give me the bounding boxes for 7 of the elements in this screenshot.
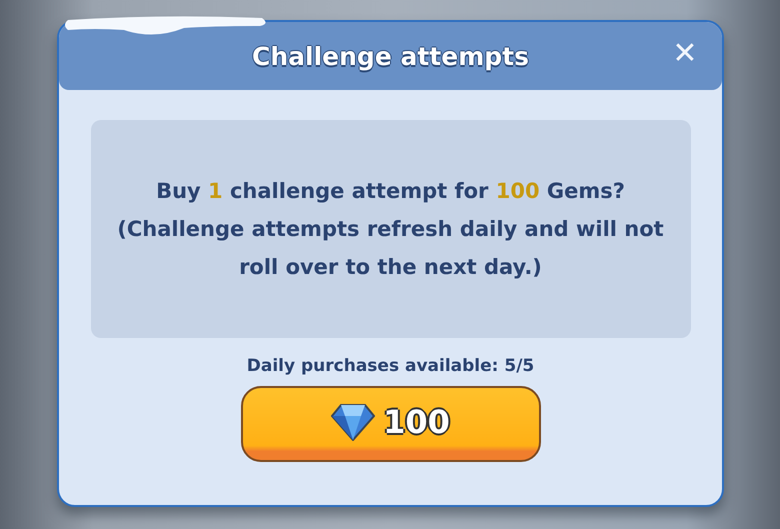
close-button[interactable]: ✕ — [668, 36, 702, 72]
daily-purchases-label: Daily purchases available: 5/5 — [246, 356, 534, 376]
dialog-title: Challenge attempts — [252, 42, 529, 70]
refresh-note: (Challenge attempts refresh daily and will not roll over to the next day.) — [116, 216, 665, 281]
buy-button[interactable]: 100 — [240, 386, 540, 462]
purchase-question: Buy 1 challenge attempt for 100 Gems? — [156, 178, 625, 205]
gem-icon — [331, 403, 376, 441]
